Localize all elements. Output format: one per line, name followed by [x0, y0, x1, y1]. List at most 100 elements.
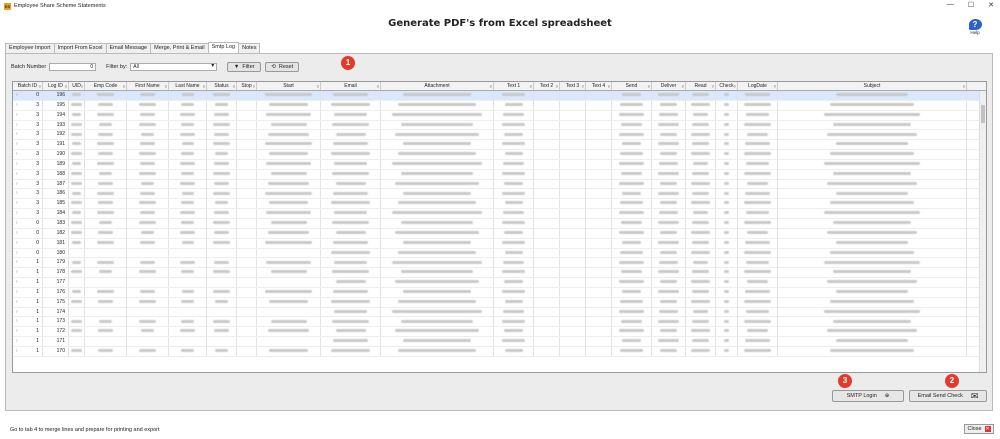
column-header[interactable]: Send ▿ [612, 82, 652, 90]
column-filter-icon[interactable]: ▿ [530, 82, 532, 90]
column-header[interactable]: Text 1 ▿ [494, 82, 534, 90]
redacted-value [179, 260, 196, 264]
table-row[interactable]: › 0 180 [13, 248, 986, 259]
column-header[interactable]: Subject ▿ [778, 82, 967, 90]
column-header-label: Last Name [175, 83, 200, 89]
column-filter-icon[interactable]: ▿ [39, 82, 41, 90]
table-row[interactable]: › 3 190 [13, 150, 986, 160]
column-header[interactable]: Status ▿ [207, 82, 237, 90]
column-header[interactable]: UID ▿ [69, 82, 85, 90]
filter-by-select[interactable]: All [130, 63, 218, 71]
close-window-button[interactable]: ✕ [988, 1, 994, 9]
table-row[interactable]: › 0 181 [13, 238, 986, 249]
column-filter-icon[interactable]: ▿ [734, 82, 736, 90]
table-row[interactable]: › 1 175 [13, 297, 986, 308]
table-cell: › 1 [13, 317, 43, 327]
table-row[interactable]: › 3 189 [13, 159, 986, 170]
table-row[interactable]: › 3 187 [13, 179, 986, 190]
column-header[interactable]: Check ▿ [716, 82, 738, 90]
vertical-scrollbar[interactable] [979, 91, 986, 372]
column-filter-icon[interactable]: ▿ [65, 82, 67, 90]
column-header[interactable]: Read ▿ [686, 82, 716, 90]
tab-employee-import[interactable]: Employee Import [5, 43, 55, 53]
column-filter-icon[interactable]: ▿ [490, 82, 492, 90]
redacted-value [658, 339, 679, 343]
column-header[interactable]: Stop ▿ [237, 82, 257, 90]
table-row[interactable]: › 1 172 [13, 327, 986, 338]
reset-button[interactable]: ⟲ Reset [265, 62, 300, 72]
column-header[interactable]: Emp Code ▿ [85, 82, 127, 90]
column-filter-icon[interactable]: ▿ [774, 82, 776, 90]
column-header[interactable]: Text 4 ▿ [586, 82, 612, 90]
column-filter-icon[interactable]: ▿ [963, 82, 965, 90]
table-cell [69, 337, 85, 346]
redacted-value [827, 132, 917, 136]
table-row[interactable]: › 3 194 [13, 110, 986, 121]
column-filter-icon[interactable]: ▿ [81, 82, 83, 90]
column-header[interactable]: Start ▿ [257, 82, 321, 90]
table-row[interactable]: › 1 176 [13, 287, 986, 298]
column-filter-icon[interactable]: ▿ [682, 82, 684, 90]
table-row[interactable]: › 0 183 [13, 218, 986, 229]
column-header[interactable]: LogDate ▿ [738, 82, 778, 90]
close-button[interactable]: Close ✕ [964, 424, 994, 434]
table-row[interactable]: › 0 196 [13, 91, 986, 101]
column-filter-icon[interactable]: ▿ [648, 82, 650, 90]
column-filter-icon[interactable]: ▿ [165, 82, 167, 90]
column-header-label: Send [625, 83, 638, 89]
email-send-check-button[interactable]: Email Send Check ✉ [909, 390, 987, 402]
redacted-value [98, 103, 113, 107]
table-row[interactable]: › 1 170 [13, 346, 986, 357]
table-row[interactable]: › 3 191 [13, 140, 986, 151]
column-filter-icon[interactable]: ▿ [556, 82, 558, 90]
batch-number-input[interactable]: 0 [49, 63, 97, 71]
column-filter-icon[interactable]: ▿ [377, 82, 379, 90]
help-button[interactable]: ? Help [964, 19, 986, 35]
tab-notes[interactable]: Notes [238, 43, 261, 53]
column-filter-icon[interactable]: ▿ [317, 82, 319, 90]
tab-smtp-log[interactable]: Smtp Log [207, 42, 240, 53]
table-row[interactable]: › 1 179 [13, 258, 986, 269]
table-row[interactable]: › 3 192 [13, 130, 986, 141]
column-filter-icon[interactable]: ▿ [712, 82, 714, 90]
smtp-login-button[interactable]: SMTP Login ⊕ [832, 390, 904, 402]
column-filter-icon[interactable]: ▿ [582, 82, 584, 90]
column-header[interactable]: Attachment ▿ [381, 82, 494, 90]
column-filter-icon[interactable]: ▿ [123, 82, 125, 90]
table-row[interactable]: › 1 173 [13, 317, 986, 328]
table-row[interactable]: › 0 182 [13, 228, 986, 239]
column-header[interactable]: Text 3 ▿ [560, 82, 586, 90]
table-row[interactable]: › 3 186 [13, 189, 986, 200]
minimize-button[interactable]: — [947, 1, 954, 9]
table-row[interactable]: › 1 177 [13, 278, 986, 288]
column-filter-icon[interactable]: ▿ [233, 82, 235, 90]
column-filter-icon[interactable]: ▿ [203, 82, 205, 90]
column-header[interactable]: Deliver ▿ [652, 82, 686, 90]
table-row[interactable]: › 3 193 [13, 120, 986, 131]
table-row[interactable]: › 1 178 [13, 268, 986, 279]
column-header[interactable]: Log ID ▿ [43, 82, 69, 90]
redacted-value [836, 240, 908, 244]
maximize-button[interactable]: ☐ [968, 1, 974, 9]
table-row[interactable]: › 1 171 [13, 337, 986, 347]
column-filter-icon[interactable]: ▿ [253, 82, 255, 90]
table-row[interactable]: › 3 195 [13, 100, 986, 111]
table-cell [716, 189, 738, 199]
tab-email-message[interactable]: Email Message [105, 43, 152, 53]
smtp-log-grid[interactable]: Batch ID ▿ Log ID ▿ UID ▿ Emp Code ▿ First Name ▿… [12, 81, 987, 373]
table-row[interactable]: › 3 185 [13, 199, 986, 210]
tab-merge-print-email[interactable]: Merge, Print & Email [150, 43, 209, 53]
redacted-value [693, 309, 708, 313]
column-header[interactable]: Batch ID ▿ [13, 82, 43, 90]
column-filter-icon[interactable]: ▿ [608, 82, 610, 90]
column-header[interactable]: Email ▿ [321, 82, 381, 90]
column-header[interactable]: Last Name ▿ [169, 82, 207, 90]
tab-import-from-excel[interactable]: Import From Excel [53, 43, 107, 53]
column-header[interactable]: Text 2 ▿ [534, 82, 560, 90]
table-row[interactable]: › 3 184 [13, 209, 986, 219]
column-header[interactable]: First Name ▿ [127, 82, 169, 90]
filter-button[interactable]: ▼ Filter [227, 62, 262, 72]
table-row[interactable]: › 3 188 [13, 169, 986, 180]
scrollbar-thumb[interactable] [981, 105, 985, 123]
table-row[interactable]: › 1 174 [13, 307, 986, 318]
